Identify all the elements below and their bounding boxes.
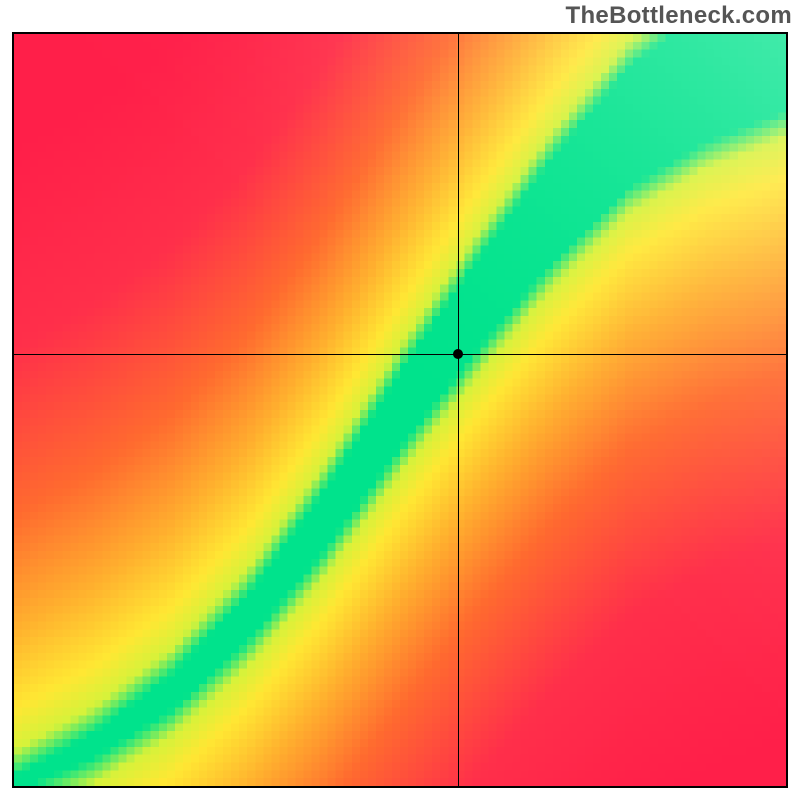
crosshair-marker bbox=[453, 349, 463, 359]
heatmap-plot bbox=[12, 32, 788, 788]
crosshair-vertical bbox=[458, 34, 459, 786]
crosshair-horizontal bbox=[14, 354, 786, 355]
watermark-text: TheBottleneck.com bbox=[566, 2, 792, 30]
chart-container: TheBottleneck.com bbox=[0, 0, 800, 800]
heatmap-canvas bbox=[14, 34, 786, 786]
